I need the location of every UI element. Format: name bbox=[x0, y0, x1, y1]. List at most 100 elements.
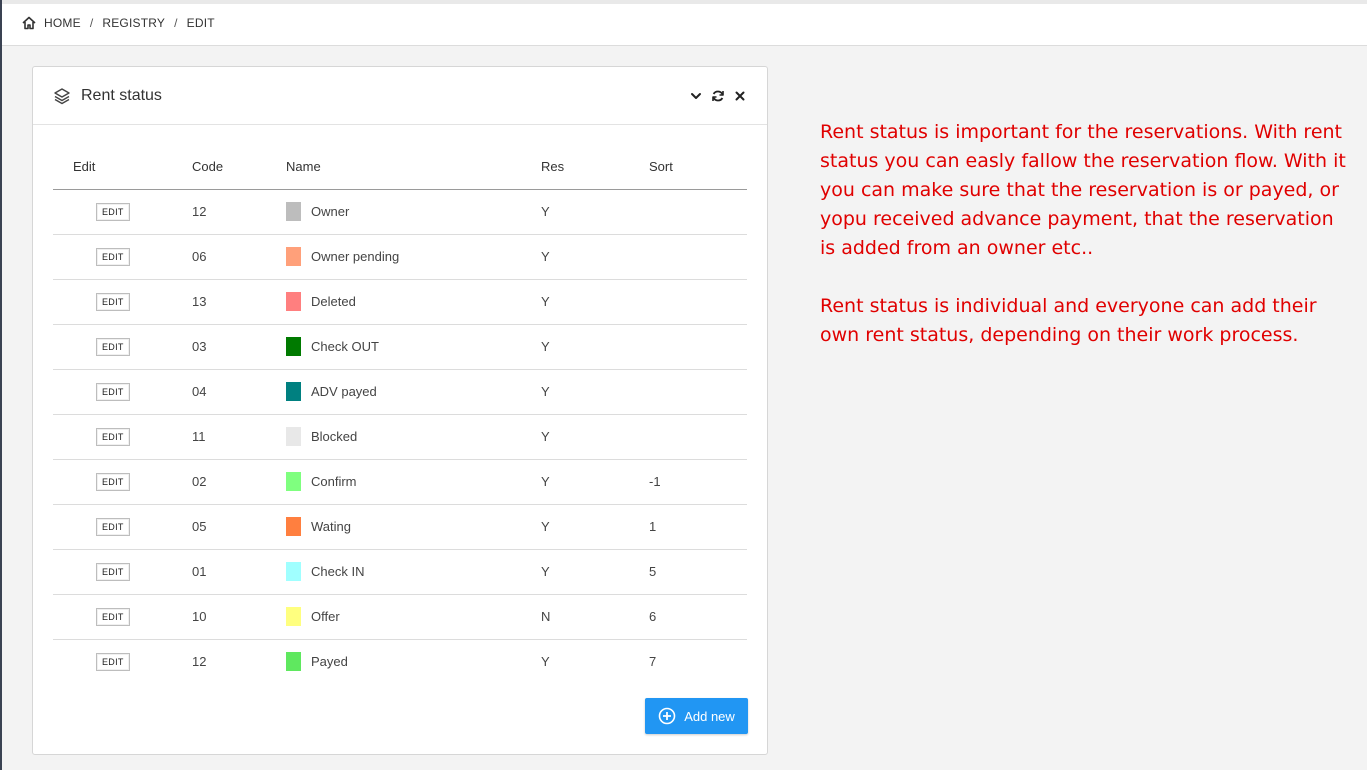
refresh-icon[interactable] bbox=[711, 89, 725, 103]
edit-cell: EDIT bbox=[53, 324, 172, 370]
add-new-button[interactable]: Add new bbox=[645, 698, 748, 734]
status-name: Owner bbox=[311, 204, 350, 219]
color-swatch bbox=[286, 652, 301, 672]
name-wrap: Confirm bbox=[286, 472, 541, 491]
code-cell: 10 bbox=[172, 594, 286, 640]
color-swatch bbox=[286, 247, 301, 266]
name-cell: Payed bbox=[286, 639, 541, 684]
edit-cell: EDIT bbox=[53, 504, 172, 550]
edit-button[interactable]: EDIT bbox=[96, 292, 130, 311]
breadcrumb-edit: EDIT bbox=[186, 16, 215, 30]
table-row: EDIT 03 Check OUT Y bbox=[53, 324, 747, 370]
sort-cell: 1 bbox=[641, 504, 747, 550]
status-name: Check IN bbox=[311, 564, 365, 579]
name-cell: Owner pending bbox=[286, 234, 541, 280]
edit-button[interactable]: EDIT bbox=[96, 472, 130, 491]
edit-cell: EDIT bbox=[53, 594, 172, 640]
sort-cell bbox=[641, 189, 747, 235]
name-wrap: Owner bbox=[286, 202, 541, 221]
name-wrap: Check OUT bbox=[286, 337, 541, 356]
table-row: EDIT 02 Confirm Y -1 bbox=[53, 459, 747, 505]
code-cell: 02 bbox=[172, 459, 286, 505]
table-header-row: Edit Code Name Res Sort bbox=[53, 144, 747, 190]
code-cell: 04 bbox=[172, 369, 286, 415]
table-row: EDIT 04 ADV payed Y bbox=[53, 369, 747, 415]
edit-button[interactable]: EDIT bbox=[96, 202, 130, 221]
status-name: Blocked bbox=[311, 429, 358, 444]
header-res: Res bbox=[541, 144, 641, 190]
edit-button[interactable]: EDIT bbox=[96, 337, 130, 356]
name-wrap: Wating bbox=[286, 517, 541, 536]
status-name: Wating bbox=[311, 519, 351, 534]
color-swatch bbox=[286, 382, 301, 401]
status-name: Offer bbox=[311, 609, 340, 624]
res-cell: Y bbox=[541, 234, 641, 280]
name-cell: Confirm bbox=[286, 459, 541, 505]
note-paragraph-1: Rent status is important for the reserva… bbox=[820, 121, 1346, 259]
explanation-note: Rent status is important for the reserva… bbox=[820, 118, 1350, 350]
color-swatch bbox=[286, 202, 301, 221]
code-cell: 12 bbox=[192, 654, 207, 670]
res-cell: Y bbox=[541, 654, 550, 670]
res-cell: Y bbox=[541, 414, 641, 460]
name-wrap: Offer bbox=[286, 607, 541, 626]
color-swatch bbox=[286, 472, 301, 491]
name-wrap: Payed bbox=[286, 652, 541, 672]
edit-button[interactable]: EDIT bbox=[96, 607, 130, 626]
res-cell: Y bbox=[541, 279, 641, 325]
chevron-down-icon[interactable] bbox=[689, 89, 703, 103]
breadcrumb: HOME / REGISTRY / EDIT bbox=[22, 16, 215, 30]
name-wrap: Blocked bbox=[286, 427, 541, 446]
header-code: Code bbox=[172, 144, 286, 190]
breadcrumb-separator: / bbox=[89, 16, 94, 30]
edit-button[interactable]: EDIT bbox=[96, 517, 130, 536]
plus-circle-icon bbox=[658, 707, 676, 725]
code-cell: 12 bbox=[172, 189, 286, 235]
name-cell: Owner bbox=[286, 189, 541, 235]
edit-button[interactable]: EDIT bbox=[96, 247, 130, 266]
sort-cell bbox=[641, 279, 747, 325]
name-wrap: Deleted bbox=[286, 292, 541, 311]
table-row: EDIT 05 Wating Y 1 bbox=[53, 504, 747, 550]
res-cell: Y bbox=[541, 324, 641, 370]
note-paragraph-2: Rent status is individual and everyone c… bbox=[820, 295, 1317, 346]
edit-button[interactable]: EDIT bbox=[96, 427, 130, 446]
breadcrumb-home[interactable]: HOME bbox=[44, 16, 81, 30]
name-cell: ADV payed bbox=[286, 369, 541, 415]
status-name: Owner pending bbox=[311, 249, 400, 264]
name-cell: Blocked bbox=[286, 414, 541, 460]
left-sidebar-edge bbox=[0, 0, 2, 770]
name-wrap: Check IN bbox=[286, 562, 541, 581]
sort-cell: 7 bbox=[649, 654, 657, 670]
close-icon[interactable] bbox=[733, 89, 747, 103]
edit-button[interactable]: EDIT bbox=[96, 652, 130, 671]
sort-cell bbox=[641, 234, 747, 280]
edit-cell: EDIT bbox=[53, 369, 172, 415]
edit-button[interactable]: EDIT bbox=[96, 562, 130, 581]
breadcrumb-separator: / bbox=[174, 16, 178, 30]
code-cell: 05 bbox=[172, 504, 286, 550]
breadcrumb-registry[interactable]: REGISTRY bbox=[102, 16, 165, 30]
name-wrap: Owner pending bbox=[286, 247, 541, 266]
edit-button[interactable]: EDIT bbox=[96, 382, 130, 401]
color-swatch bbox=[286, 427, 301, 446]
status-name: Confirm bbox=[311, 474, 357, 489]
edit-cell: EDIT bbox=[53, 639, 172, 684]
sort-cell: -1 bbox=[641, 459, 747, 505]
layers-icon bbox=[53, 87, 71, 105]
status-name: Check OUT bbox=[311, 339, 379, 354]
rent-status-panel: Rent status Edit Code Name Res Sort EDIT… bbox=[32, 66, 768, 755]
header-edit: Edit bbox=[53, 144, 172, 190]
edit-cell: EDIT bbox=[53, 414, 172, 460]
name-cell: Offer bbox=[286, 594, 541, 640]
edit-cell: EDIT bbox=[53, 234, 172, 280]
table-row: EDIT 11 Blocked Y bbox=[53, 414, 747, 460]
res-cell: Y bbox=[541, 459, 641, 505]
res-cell: Y bbox=[541, 549, 641, 595]
res-cell: Y bbox=[541, 189, 641, 235]
code-cell: 01 bbox=[172, 549, 286, 595]
home-icon[interactable] bbox=[22, 16, 36, 30]
panel-header: Rent status bbox=[33, 67, 767, 125]
sort-cell: 5 bbox=[641, 549, 747, 595]
code-cell: 13 bbox=[172, 279, 286, 325]
